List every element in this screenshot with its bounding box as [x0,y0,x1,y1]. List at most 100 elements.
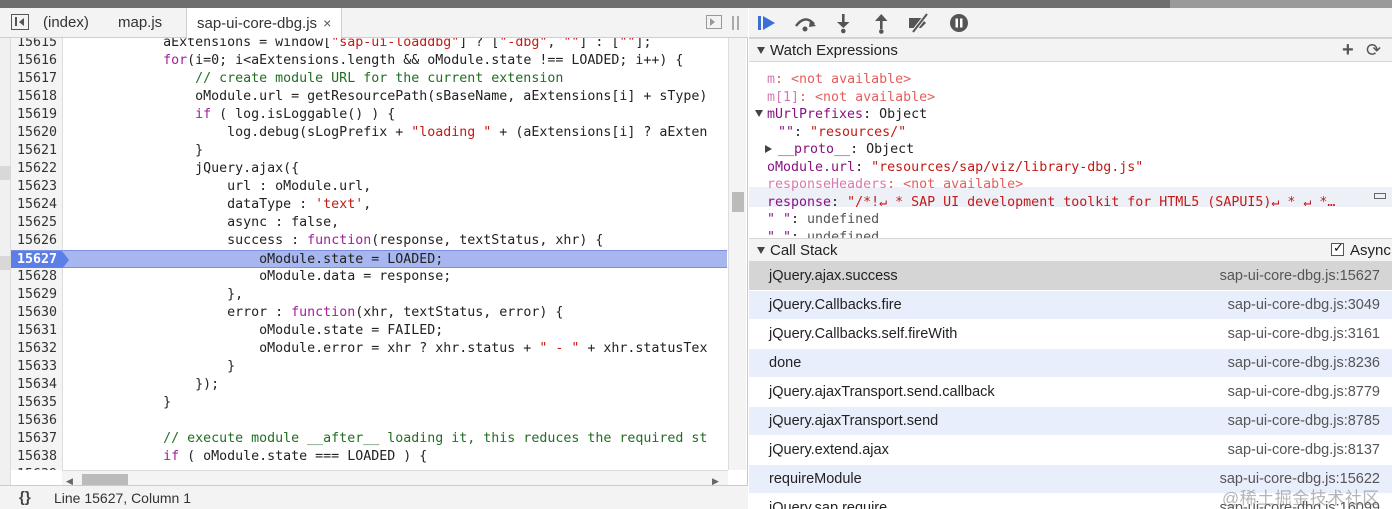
code-line[interactable]: 15631 oModule.state = FAILED; [11,322,727,340]
navigator-toggle-icon[interactable] [11,14,29,30]
tab-sap-ui-core-dbg[interactable]: sap-ui-core-dbg.js × [186,8,343,39]
code-line[interactable]: 15617 // create module URL for the curre… [11,70,727,88]
line-number[interactable]: 15622 [11,160,63,178]
frame-location-link[interactable]: sap-ui-core-dbg.js:3049 [1228,297,1380,313]
line-number[interactable]: 15615 [11,38,63,52]
deactivate-breakpoints-button[interactable] [907,12,931,34]
code-line[interactable]: 15621 } [11,142,727,160]
tab-map-js[interactable]: map.js [108,8,172,38]
step-into-button[interactable] [831,12,855,34]
code-line[interactable]: 15618 oModule.url = getResourcePath(sBas… [11,88,727,106]
line-number[interactable]: 15619 [11,106,63,124]
step-over-button[interactable] [793,12,817,34]
frame-location-link[interactable]: sap-ui-core-dbg.js:8779 [1228,384,1380,400]
line-number[interactable]: 15627 [11,251,69,269]
code-line[interactable]: 15634 }); [11,376,727,394]
line-number[interactable]: 15635 [11,394,63,412]
code-line[interactable]: 15620 log.debug(sLogPrefix + "loading " … [11,124,727,142]
line-number[interactable]: 15628 [11,268,63,286]
code-line[interactable]: 15633 } [11,358,727,376]
code-line[interactable]: 15635 } [11,394,727,412]
code-line[interactable]: 15623 url : oModule.url, [11,178,727,196]
call-frame[interactable]: jQuery.ajax.success sap-ui-core-dbg.js:15… [749,262,1392,291]
call-frame[interactable]: jQuery.ajaxTransport.send.callback sap-ui… [749,378,1392,407]
frame-location-link[interactable]: sap-ui-core-dbg.js:8236 [1228,355,1380,371]
line-number[interactable]: 15625 [11,214,63,232]
line-number[interactable]: 15624 [11,196,63,214]
line-number[interactable]: 15634 [11,376,63,394]
code-line[interactable]: 15624 dataType : 'text', [11,196,727,214]
step-out-button[interactable] [869,12,893,34]
panel-grip-icon[interactable] [732,16,734,30]
refresh-icon[interactable]: ⟳ [1366,40,1381,61]
line-number[interactable]: 15621 [11,142,63,160]
watch-item[interactable]: response: "/*!↵ * SAP UI development too… [767,194,1335,212]
async-checkbox[interactable]: Async [1331,240,1391,259]
debugger-toggle-icon[interactable] [706,15,722,29]
code-line[interactable]: 15619 if ( log.isLoggable() ) { [11,106,727,124]
call-frame[interactable]: jQuery.ajaxTransport.send sap-ui-core-dbg… [749,407,1392,436]
line-number[interactable]: 15633 [11,358,63,376]
call-frame[interactable]: jQuery.Callbacks.self.fireWith sap-ui-cor… [749,320,1392,349]
code-line[interactable]: 15626 success : function(response, textS… [11,232,727,250]
line-number[interactable]: 15637 [11,430,63,448]
scroll-thumb[interactable] [732,192,744,212]
pretty-print-icon[interactable]: {} [19,489,31,506]
code-line[interactable]: 15638 if ( oModule.state === LOADED ) { [11,448,727,466]
line-number[interactable]: 15626 [11,232,63,250]
line-number[interactable]: 15638 [11,448,63,466]
watch-item[interactable]: oModule.url: "resources/sap/viz/library-… [767,159,1143,177]
line-number[interactable]: 15617 [11,70,63,88]
code-line[interactable]: 15629 }, [11,286,727,304]
watch-item[interactable]: m: <not available> [767,71,911,89]
line-number[interactable]: 15636 [11,412,63,430]
expand-value-icon[interactable] [1374,193,1386,199]
call-frame[interactable]: jQuery.Callbacks.fire sap-ui-core-dbg.js:… [749,291,1392,320]
watch-item[interactable]: responseHeaders: <not available> [767,176,1023,194]
line-number[interactable]: 15632 [11,340,63,358]
add-watch-icon[interactable]: + [1342,39,1354,62]
line-number[interactable]: 15616 [11,52,63,70]
code-line[interactable]: 15616 for(i=0; i<aExtensions.length && o… [11,52,727,70]
code-line[interactable]: 15615 aExtensions = window["sap-ui-loadd… [11,38,727,52]
code-line[interactable]: 15622 jQuery.ajax({ [11,160,727,178]
frame-location-link[interactable]: sap-ui-core-dbg.js:8137 [1228,442,1380,458]
line-number[interactable]: 15629 [11,286,63,304]
code-editor[interactable]: 15615 aExtensions = window["sap-ui-loadd… [11,38,727,470]
pause-on-exceptions-button[interactable] [947,12,971,34]
watch-item[interactable]: " ": undefined [767,211,879,229]
checkbox-icon[interactable] [1331,240,1344,256]
call-frame[interactable]: jQuery.extend.ajax sap-ui-core-dbg.js:813… [749,436,1392,465]
line-number[interactable]: 15639 [11,466,63,470]
frame-location-link[interactable]: sap-ui-core-dbg.js:15627 [1220,268,1380,284]
code-line[interactable]: 15630 error : function(xhr, textStatus, … [11,304,727,322]
tab-index[interactable]: (index) [33,8,99,38]
watch-expressions-header[interactable]: Watch Expressions + ⟳ [749,38,1392,62]
line-number[interactable]: 15618 [11,88,63,106]
close-icon[interactable]: × [323,8,331,38]
code-line[interactable]: 15628 oModule.data = response; [11,268,727,286]
code-line[interactable]: 15625 async : false, [11,214,727,232]
code-line[interactable]: 15637 // execute module __after__ loadin… [11,430,727,448]
ruler-marker [0,256,11,270]
watch-property[interactable]: __proto__: Object [765,141,914,159]
frame-location-link[interactable]: sap-ui-core-dbg.js:8785 [1228,413,1380,429]
watch-property[interactable]: "": "resources/" [778,124,906,142]
call-frame[interactable]: done sap-ui-core-dbg.js:8236 [749,349,1392,378]
line-number[interactable]: 15631 [11,322,63,340]
watch-item[interactable]: m[1]: <not available> [767,89,935,107]
code-line[interactable]: 15632 oModule.error = xhr ? xhr.status +… [11,340,727,358]
code-line-current[interactable]: 15627 oModule.state = LOADED; [11,250,727,269]
watch-item[interactable]: mUrlPrefixes: Object [755,106,927,124]
resume-button[interactable] [755,12,779,34]
frame-location-link[interactable]: sap-ui-core-dbg.js:3161 [1228,326,1380,342]
panel-grip-icon[interactable] [737,16,739,30]
call-stack-header[interactable]: Call Stack Async [749,238,1392,262]
line-number[interactable]: 15620 [11,124,63,142]
editor-vertical-scrollbar[interactable] [728,38,746,470]
code-line[interactable]: 15636 [11,412,727,430]
collapse-triangle-icon [755,110,763,117]
line-number[interactable]: 15623 [11,178,63,196]
line-number[interactable]: 15630 [11,304,63,322]
sources-panel: (index) map.js sap-ui-core-dbg.js × 15615… [0,8,748,509]
